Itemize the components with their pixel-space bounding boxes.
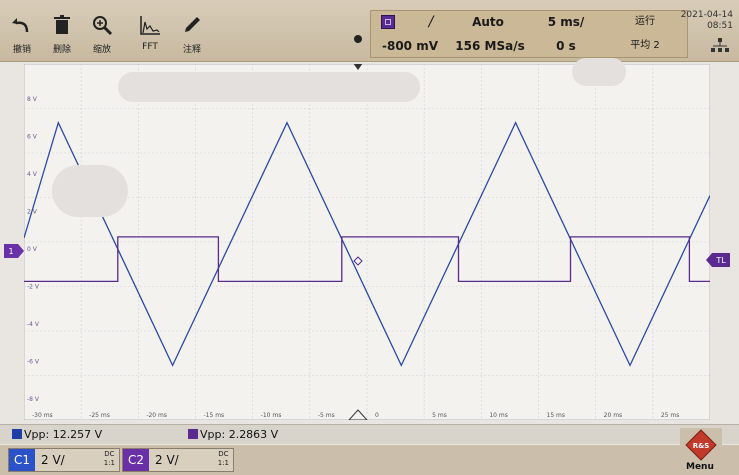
x-axis-label: -10 ms	[261, 412, 282, 419]
pencil-icon	[185, 17, 200, 32]
x-axis-label: 10 ms	[489, 412, 508, 419]
obscured-region	[572, 58, 626, 86]
trigger-mode[interactable]: Auto	[453, 11, 523, 33]
delete-button[interactable]: 删除	[42, 2, 82, 60]
x-axis-label: 5 ms	[432, 412, 447, 419]
ch2-scale: 2 V/	[155, 453, 179, 467]
channel-bar: C1 2 V/ DC 1:1 C2 2 V/ DC 1:1	[0, 445, 739, 475]
ch1-marker-label: 1	[8, 247, 13, 256]
y-axis-label: 0 V	[27, 246, 38, 253]
ch1-label: C1	[9, 449, 35, 471]
annotate-button[interactable]: 注释	[172, 2, 212, 60]
ch1-scale: 2 V/	[41, 453, 65, 467]
network-icon	[711, 38, 729, 52]
y-axis-label: -6 V	[27, 359, 40, 366]
waveform-display[interactable]: 8 V6 V4 V2 V0 V -2 V -4 V -6 V -8 V -30 ms -2…	[24, 64, 710, 420]
trigger-source-chip	[381, 15, 395, 29]
toolbar: 撤销 删除 缩放 FFT 注释 / Auto 5 ms/ 运行 -800 mV …	[0, 0, 739, 62]
x-axis-label: -25 ms	[89, 412, 110, 419]
zoom-label: 缩放	[92, 45, 111, 55]
ch1-ground-marker[interactable]: 1	[4, 244, 24, 258]
trash-icon	[54, 15, 70, 34]
ch2-vpp-measurement[interactable]: Vpp: 2.2863 V	[188, 428, 278, 441]
ch2-coupling: DC 1:1	[217, 450, 229, 467]
acquisition-mode[interactable]: 平均 2	[605, 35, 685, 57]
zoom-icon	[93, 16, 113, 36]
timebase[interactable]: 5 ms/	[531, 11, 601, 33]
x-axis-label: 0	[375, 412, 379, 419]
x-axis-label: -30 ms	[32, 412, 53, 419]
ch2-color-chip	[188, 429, 198, 439]
y-axis-label: 8 V	[27, 96, 38, 103]
ch1-settings[interactable]: C1 2 V/ DC 1:1	[8, 448, 120, 472]
y-axis-label: -4 V	[27, 321, 40, 328]
delete-label: 删除	[52, 45, 71, 55]
x-axis-label: -15 ms	[204, 412, 225, 419]
y-axis-label: 6 V	[27, 134, 38, 141]
sample-rate: 156 MSa/s	[455, 39, 525, 53]
ch1-coupling: DC 1:1	[103, 450, 115, 467]
y-axis-label: -8 V	[27, 396, 40, 403]
x-axis-label: -5 ms	[318, 412, 335, 419]
trigger-level[interactable]: -800 mV	[371, 35, 449, 57]
time: 08:51	[707, 21, 733, 31]
x-axis-label: 15 ms	[547, 412, 566, 419]
measurement-bar: Vpp: 12.257 V Vpp: 2.2863 V	[0, 424, 739, 444]
ch2-settings[interactable]: C2 2 V/ DC 1:1	[122, 448, 234, 472]
date-time: 2021-04-14 08:51	[681, 10, 733, 32]
x-axis-label: 25 ms	[661, 412, 680, 419]
undo-label: 撤销	[12, 45, 31, 55]
x-axis-label: -20 ms	[146, 412, 167, 419]
obscured-region	[52, 165, 128, 217]
trigger-level-label: TL	[715, 256, 726, 265]
trigger-panel[interactable]: / Auto 5 ms/ 运行 -800 mV 156 MSa/s 0 s 平均…	[370, 10, 688, 58]
horizontal-position[interactable]: 0 s	[531, 35, 601, 57]
ch1-color-chip	[12, 429, 22, 439]
ch2-label: C2	[123, 449, 149, 471]
ch1-vpp-measurement[interactable]: Vpp: 12.257 V	[12, 428, 102, 441]
x-axis-label: 20 ms	[604, 412, 623, 419]
graticule: 8 V6 V4 V2 V0 V-2 V-4 V-6 V-8 V -30 ms -2…	[24, 64, 710, 420]
trigger-slope: /	[428, 14, 434, 30]
run-state[interactable]: 运行	[605, 11, 685, 33]
zoom-button[interactable]: 缩放	[82, 2, 122, 60]
menu-label: Menu	[686, 462, 714, 472]
fft-icon	[140, 16, 160, 35]
y-axis-label: -2 V	[27, 284, 40, 291]
date: 2021-04-14	[680, 10, 733, 20]
undo-button[interactable]: 撤销	[2, 2, 42, 60]
undo-icon	[12, 18, 29, 33]
fft-button[interactable]: FFT	[130, 2, 170, 60]
fft-label: FFT	[142, 42, 158, 52]
y-axis-label: 4 V	[27, 171, 38, 178]
svg-text:R&S: R&S	[693, 442, 710, 450]
trigger-level-marker[interactable]: TL	[706, 253, 730, 267]
obscured-region	[118, 72, 420, 102]
trigger-source-icon	[354, 35, 362, 43]
annotate-label: 注释	[182, 45, 201, 55]
